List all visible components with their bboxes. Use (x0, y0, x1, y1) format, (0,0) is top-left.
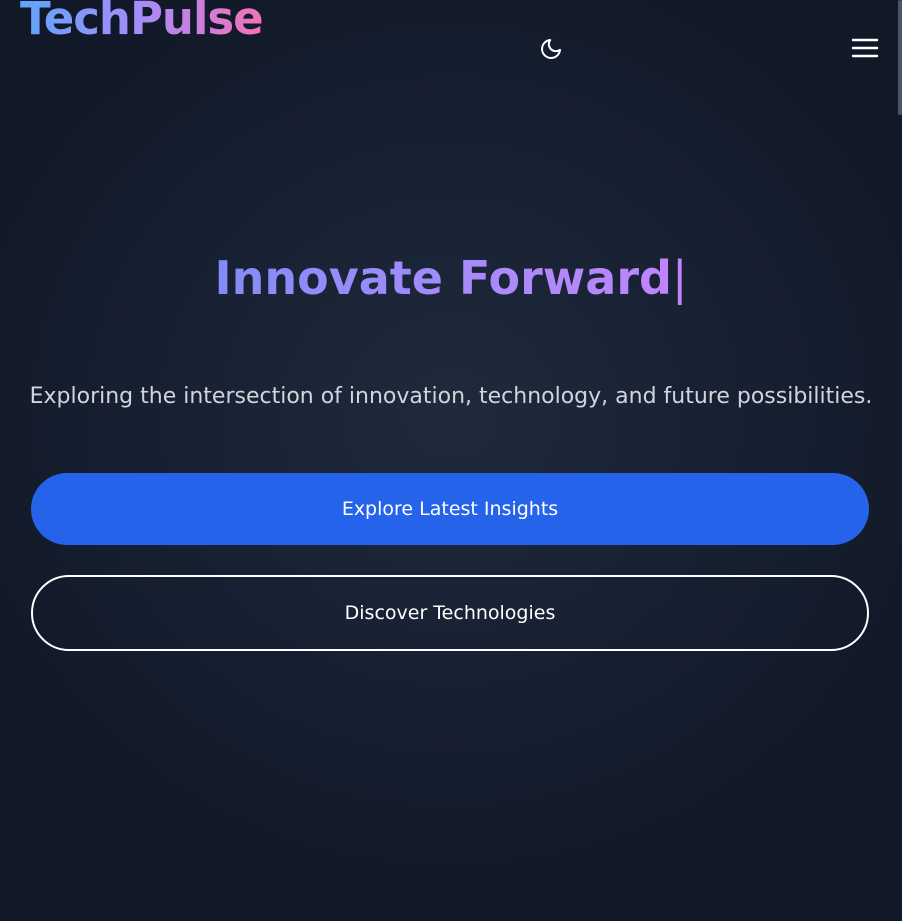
scrollbar-thumb[interactable] (898, 0, 902, 115)
menu-button[interactable] (850, 33, 880, 63)
explore-insights-button[interactable]: Explore Latest Insights (31, 473, 869, 545)
explore-insights-label: Explore Latest Insights (341, 498, 559, 520)
discover-technologies-label: Discover Technologies (344, 602, 556, 624)
hero-title: Innovate Forward| (0, 248, 902, 308)
hamburger-menu-icon (851, 38, 879, 58)
theme-toggle-button[interactable] (537, 35, 565, 63)
site-logo[interactable]: TechPulse (20, 0, 264, 44)
hero-title-text: Innovate Forward (214, 251, 672, 305)
hero-subtitle: Exploring the intersection of innovation… (29, 384, 873, 409)
typing-cursor: | (671, 251, 688, 305)
moon-icon (541, 39, 561, 59)
discover-technologies-button[interactable]: Discover Technologies (31, 575, 869, 651)
